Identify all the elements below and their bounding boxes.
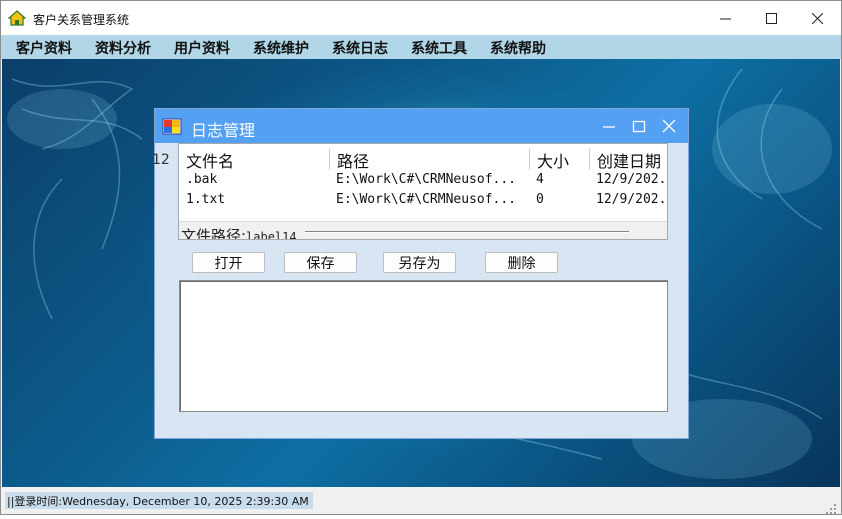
close-icon [662, 119, 676, 133]
column-header-date[interactable]: 创建日期 [589, 148, 661, 171]
mdi-background: 日志管理 12 文件名 路径 大小 创建日期 .bak E:\Work\C#\C… [2, 59, 840, 487]
menu-system-maintenance[interactable]: 系统维护 [253, 38, 309, 58]
save-button[interactable]: 保存 [284, 252, 357, 273]
minimize-icon [603, 126, 615, 128]
column-header-path[interactable]: 路径 [329, 148, 369, 171]
maximize-icon [765, 12, 777, 24]
minimize-button[interactable] [702, 1, 748, 35]
title-bar[interactable]: 客户关系管理系统 [1, 1, 841, 35]
maximize-icon [632, 120, 646, 133]
close-button[interactable] [794, 1, 840, 35]
save-as-button[interactable]: 另存为 [383, 252, 456, 273]
log-maximize-button[interactable] [632, 118, 648, 134]
file-list[interactable]: 文件名 路径 大小 创建日期 .bak E:\Work\C#\CRMNeusof… [179, 144, 667, 222]
login-time-status: ||登录时间:Wednesday, December 10, 2025 2:39… [5, 492, 313, 509]
log-management-window: 日志管理 12 文件名 路径 大小 创建日期 .bak E:\Work\C#\C… [152, 108, 689, 439]
file-panel: 文件名 路径 大小 创建日期 .bak E:\Work\C#\CRMNeusof… [178, 143, 668, 240]
menu-data-analysis[interactable]: 资料分析 [95, 38, 151, 58]
file-path-label: 文件路径:label14 [181, 225, 297, 240]
cell-path: E:\Work\C#\CRMNeusof... [336, 172, 517, 187]
menu-user-data[interactable]: 用户资料 [174, 38, 230, 58]
minimize-icon [719, 18, 731, 19]
delete-button[interactable]: 删除 [485, 252, 558, 273]
cell-path: E:\Work\C#\CRMNeusof... [336, 192, 517, 207]
cell-name: 1.txt [186, 192, 226, 207]
menu-customer-data[interactable]: 客户资料 [16, 38, 72, 58]
file-path-value: label14 [246, 230, 297, 240]
close-icon [811, 12, 823, 24]
cell-size: 4 [536, 172, 544, 187]
resize-grip-icon[interactable] [826, 500, 837, 514]
open-button[interactable]: 打开 [192, 252, 265, 273]
column-header-size[interactable]: 大小 [529, 148, 569, 171]
menu-system-help[interactable]: 系统帮助 [490, 38, 546, 58]
main-window: 客户关系管理系统 客户资料 资料分析 用户资料 系统维护 系统日志 系统工具 系… [0, 0, 842, 515]
menu-system-tools[interactable]: 系统工具 [411, 38, 467, 58]
file-path-caption: 文件路径: [181, 227, 247, 240]
log-window-title: 日志管理 [191, 121, 256, 140]
column-header-name[interactable]: 文件名 [179, 148, 234, 171]
cell-size: 0 [536, 192, 544, 207]
separator-line [305, 231, 629, 233]
menu-bar: 客户资料 资料分析 用户资料 系统维护 系统日志 系统工具 系统帮助 [1, 35, 841, 59]
log-window-titlebar[interactable]: 日志管理 [155, 109, 688, 143]
menu-system-log[interactable]: 系统日志 [332, 38, 388, 58]
house-icon [7, 10, 27, 26]
app-title: 客户关系管理系统 [33, 13, 130, 27]
status-bar: ||登录时间:Wednesday, December 10, 2025 2:39… [2, 487, 840, 514]
log-close-button[interactable] [662, 118, 678, 134]
cell-name: .bak [186, 172, 218, 187]
cell-date: 12/9/202. [596, 192, 667, 207]
cell-date: 12/9/202. [596, 172, 667, 187]
log-content-textbox[interactable] [179, 280, 668, 412]
maximize-button[interactable] [748, 1, 794, 35]
log-minimize-button[interactable] [602, 118, 618, 134]
window-app-icon [162, 117, 182, 135]
clipped-label: 12 [152, 152, 170, 168]
